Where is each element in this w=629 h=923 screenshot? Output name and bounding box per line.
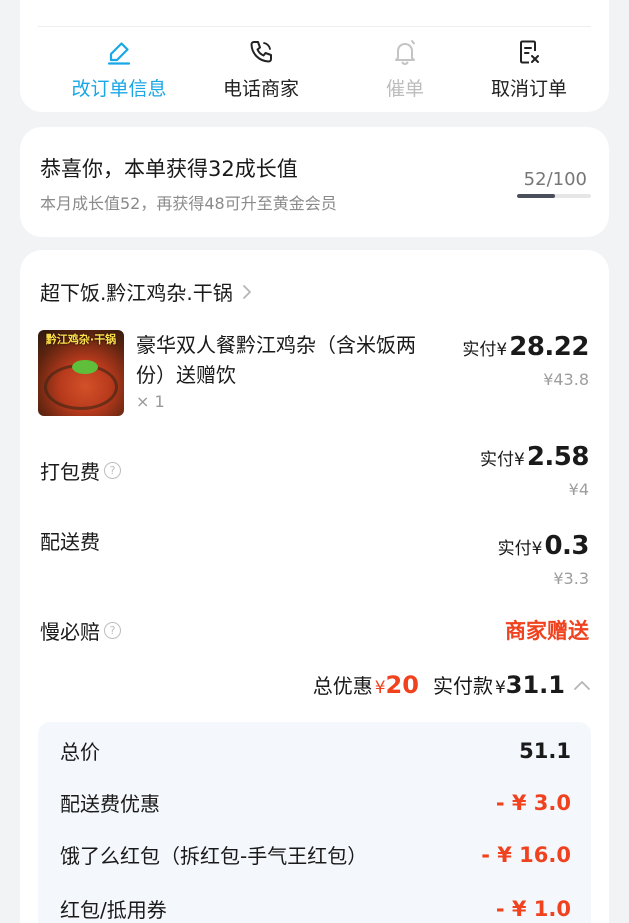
call-merchant-button[interactable]: 电话商家 xyxy=(188,38,334,101)
breakdown-row: 红包/抵用券 - ¥ 1.0 xyxy=(60,894,571,923)
dish-price: 实付 ¥ 28.22 ¥43.8 xyxy=(462,332,589,389)
delivery-original-price: ¥3.3 xyxy=(553,569,589,588)
breakdown-row: 总价 51.1 xyxy=(60,736,571,765)
packing-paid-amount: 2.58 xyxy=(526,442,590,472)
growth-progress-bar xyxy=(517,194,591,198)
breakdown-value: - ¥ 16.0 xyxy=(481,842,571,867)
chevron-up-icon xyxy=(574,680,590,690)
total-paid-amount: 31.1 xyxy=(505,671,565,699)
breakdown-row: 配送费优惠 - ¥ 3.0 xyxy=(60,788,571,817)
late-compensation-label: 慢必赔 ? xyxy=(40,616,121,645)
call-merchant-label: 电话商家 xyxy=(222,78,299,100)
growth-value-card[interactable]: 恭喜你，本单获得32成长值 本月成长值52，再获得48可升至黄金会员 52/10… xyxy=(20,127,609,237)
growth-subtitle: 本月成长值52，再获得48可升至黄金会员 xyxy=(40,194,337,213)
breakdown-value: - ¥ 3.0 xyxy=(495,790,571,815)
breakdown-label: 饿了么红包（拆红包-手气王红包） xyxy=(60,844,368,868)
growth-title: 恭喜你，本单获得32成长值 xyxy=(40,157,298,181)
divider xyxy=(38,26,591,27)
total-discount-label: 总优惠 xyxy=(312,674,373,698)
late-compensation-text: 慢必赔 xyxy=(40,620,100,644)
delivery-fee-label: 配送费 xyxy=(40,526,100,555)
breakdown-label: 配送费优惠 xyxy=(60,792,160,816)
packing-fee-text: 打包费 xyxy=(40,460,100,484)
packing-currency: ¥ xyxy=(514,450,525,470)
dish-currency: ¥ xyxy=(496,340,508,360)
dish-name[interactable]: 豪华双人餐黔江鸡杂（含米饭两份）送赠饮 xyxy=(136,330,442,390)
totals-summary-toggle[interactable]: 总优惠 ¥ 20 实付款 ¥ 31.1 xyxy=(313,670,591,699)
dish-quantity: × 1 xyxy=(136,392,165,411)
delivery-fee-text: 配送费 xyxy=(40,530,100,554)
packing-original-price: ¥4 xyxy=(568,480,589,499)
late-compensation-value: 商家赠送 xyxy=(505,619,589,643)
delivery-paid-amount: 0.3 xyxy=(544,531,589,561)
breakdown-value: - ¥ 1.0 xyxy=(495,896,571,921)
packing-fee-label: 打包费 ? xyxy=(40,456,121,485)
packing-fee-price: 实付 ¥ 2.58 ¥4 xyxy=(480,442,589,499)
delivery-fee-price: 实付 ¥ 0.3 ¥3.3 xyxy=(497,531,590,588)
delivery-paid-label: 实付 xyxy=(497,539,532,559)
bell-icon xyxy=(395,40,415,66)
growth-progress-text: 52/100 xyxy=(523,169,587,190)
total-paid-label: 实付款 xyxy=(432,674,493,698)
dish-paid-amount: 28.22 xyxy=(509,332,589,362)
price-breakdown-panel: 总价 51.1 配送费优惠 - ¥ 3.0 饿了么红包（拆红包-手气王红包） -… xyxy=(38,722,591,923)
dish-image[interactable]: 黔江鸡杂·干锅 xyxy=(38,330,124,416)
chevron-right-icon xyxy=(242,284,251,299)
help-icon[interactable]: ? xyxy=(104,622,121,639)
breakdown-label: 总价 xyxy=(60,740,100,764)
total-discount-amount: 20 xyxy=(385,671,419,699)
breakdown-label: 红包/抵用券 xyxy=(60,898,167,922)
phone-icon xyxy=(250,41,272,63)
dish-image-banner: 黔江鸡杂·干锅 xyxy=(45,333,117,346)
help-icon[interactable]: ? xyxy=(104,462,121,479)
edit-order-button[interactable]: 改订单信息 xyxy=(46,38,192,101)
edit-icon xyxy=(107,42,131,65)
dish-garnish-shape xyxy=(72,360,98,374)
packing-paid-label: 实付 xyxy=(480,450,515,470)
edit-order-label: 改订单信息 xyxy=(71,78,167,100)
cancel-order-button[interactable]: 取消订单 xyxy=(456,38,602,101)
order-actions-card: 改订单信息 电话商家 催单 取消订单 xyxy=(20,0,609,112)
growth-progress-fill xyxy=(517,194,556,198)
total-paid-currency: ¥ xyxy=(494,678,506,698)
shop-name: 超下饭.黔江鸡杂.干锅 xyxy=(40,281,233,305)
cancel-doc-icon xyxy=(520,40,539,64)
total-discount-currency: ¥ xyxy=(374,678,386,698)
order-details-card: 超下饭.黔江鸡杂.干锅 黔江鸡杂·干锅 豪华双人餐黔江鸡杂（含米饭两份）送赠饮 … xyxy=(20,250,609,923)
breakdown-value: 51.1 xyxy=(519,738,571,763)
dish-paid-label: 实付 xyxy=(462,340,497,360)
dish-original-price: ¥43.8 xyxy=(543,370,589,389)
breakdown-row: 饿了么红包（拆红包-手气王红包） - ¥ 16.0 xyxy=(60,840,571,869)
urge-order-label: 催单 xyxy=(385,78,424,100)
cancel-order-label: 取消订单 xyxy=(490,78,567,100)
delivery-currency: ¥ xyxy=(531,539,543,559)
shop-link[interactable]: 超下饭.黔江鸡杂.干锅 xyxy=(40,277,253,306)
